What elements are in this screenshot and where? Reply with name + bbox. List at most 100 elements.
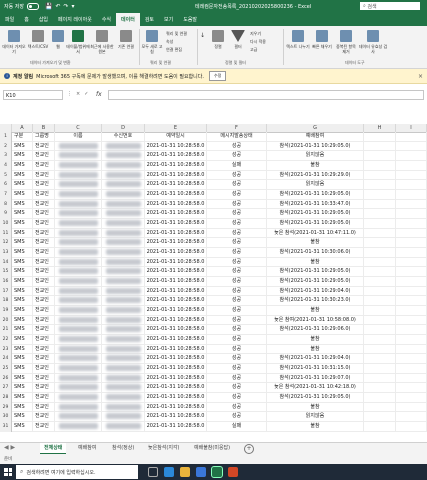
row-number[interactable]: 10 xyxy=(0,219,12,229)
cell-a[interactable]: SMS xyxy=(12,219,33,229)
filter-button[interactable]: 필터 xyxy=(228,30,248,49)
quick-access-icons[interactable]: 💾↶↷▾ xyxy=(45,3,78,10)
cell-a[interactable]: SMS xyxy=(12,296,33,307)
sort-asc-button[interactable]: ↓ xyxy=(200,32,205,39)
cell-d[interactable] xyxy=(102,412,145,423)
existing-connections-button[interactable]: 기존 연결 xyxy=(114,30,138,49)
edit-links-button[interactable]: 연결 편집 xyxy=(166,47,182,53)
cell-b[interactable]: 전교인 xyxy=(33,257,55,268)
edge-icon[interactable] xyxy=(164,467,174,477)
clear-button[interactable]: 지우기 xyxy=(250,31,261,37)
cell-g[interactable]: 불참 xyxy=(267,161,364,171)
cell-e[interactable]: 2021-01-31 10:28:58.0 xyxy=(145,248,207,258)
formula-input[interactable] xyxy=(108,90,424,100)
cell-c[interactable] xyxy=(55,199,102,210)
cell-i[interactable] xyxy=(396,151,427,161)
cell-a[interactable]: SMS xyxy=(12,306,33,316)
cell-a[interactable]: SMS xyxy=(12,151,33,161)
cell-g[interactable]: 참석(2021-01-31 10:29:05.0) xyxy=(267,277,364,287)
cell-e[interactable]: 2021-01-31 10:28:58.0 xyxy=(145,315,207,326)
cell-a[interactable]: SMS xyxy=(12,161,33,171)
cell-b[interactable]: 전교인 xyxy=(33,228,55,239)
cell-b[interactable]: 전교인 xyxy=(33,248,55,258)
cell-a[interactable]: SMS xyxy=(12,422,33,432)
cell-f[interactable]: 성공 xyxy=(207,306,267,316)
cell-g[interactable]: 읽지않음 xyxy=(267,151,364,161)
task-view-icon[interactable] xyxy=(148,467,158,477)
cell-a[interactable]: SMS xyxy=(12,325,33,336)
cell-f[interactable]: 실패 xyxy=(207,161,267,171)
cell-d[interactable] xyxy=(102,161,145,171)
cell-e[interactable]: 2021-01-31 10:28:58.0 xyxy=(145,257,207,268)
cell-a[interactable]: SMS xyxy=(12,199,33,210)
cell-c[interactable] xyxy=(55,238,102,249)
sheet-tab[interactable]: 늦은참석(지각) xyxy=(144,443,184,453)
cell-g[interactable]: 읽지않음 xyxy=(267,412,364,423)
cell-a[interactable]: SMS xyxy=(12,277,33,287)
cell-h[interactable] xyxy=(364,257,396,268)
table-range-button[interactable]: 테이블/범위에서 xyxy=(66,30,90,54)
cell-i[interactable] xyxy=(396,335,427,345)
cell-d[interactable] xyxy=(102,383,145,394)
cell-h[interactable] xyxy=(364,161,396,171)
cell-d[interactable] xyxy=(102,209,145,220)
cell-e[interactable]: 2021-01-31 10:28:58.0 xyxy=(145,180,207,190)
cell-e[interactable]: 2021-01-31 10:28:58.0 xyxy=(145,209,207,220)
tab-1[interactable]: 홈 xyxy=(19,16,34,26)
cell-d[interactable] xyxy=(102,325,145,336)
cell-a[interactable]: SMS xyxy=(12,248,33,258)
cell-a[interactable]: SMS xyxy=(12,238,33,249)
cell-e[interactable]: 2021-01-31 10:28:58.0 xyxy=(145,335,207,345)
cell-i[interactable] xyxy=(396,296,427,307)
cell-h[interactable] xyxy=(364,383,396,394)
cell-g[interactable]: 늦은 참석(2021-01-31 10:42:18.0) xyxy=(267,383,364,394)
row-number[interactable]: 15 xyxy=(0,267,12,278)
cell-h[interactable] xyxy=(364,132,396,142)
cell-c[interactable] xyxy=(55,161,102,171)
cell-g[interactable]: 불참 xyxy=(267,306,364,316)
cell-f[interactable]: 성공 xyxy=(207,238,267,249)
cell-b[interactable]: 전교인 xyxy=(33,267,55,278)
select-all-corner[interactable] xyxy=(0,124,12,132)
cell-b[interactable]: 전교인 xyxy=(33,393,55,403)
cell-b[interactable]: 전교인 xyxy=(33,412,55,423)
add-sheet-icon[interactable]: + xyxy=(244,444,254,454)
row-number[interactable]: 26 xyxy=(0,373,12,384)
tab-0[interactable]: 파일 xyxy=(0,16,19,26)
taskbar-search-box[interactable]: ⌕ 검색하려면 여기에 입력하십시오. xyxy=(16,465,138,479)
properties-button[interactable]: 속성 xyxy=(166,39,173,45)
cell-i[interactable] xyxy=(396,315,427,326)
sheet-tab[interactable]: 예배불참(미응답) xyxy=(190,443,234,453)
cell-b[interactable]: 그룹명 xyxy=(33,132,55,142)
cell-i[interactable] xyxy=(396,383,427,394)
cell-g[interactable]: 참석(2021-01-31 10:29:05.0) xyxy=(267,190,364,200)
cell-d[interactable] xyxy=(102,373,145,384)
cell-b[interactable]: 전교인 xyxy=(33,364,55,374)
cell-i[interactable] xyxy=(396,238,427,249)
queries-connections-button[interactable]: 쿼리 및 연결 xyxy=(166,31,187,37)
cell-g[interactable]: 참석(2021-01-31 10:29:05.0) xyxy=(267,219,364,229)
cell-i[interactable] xyxy=(396,161,427,171)
cell-b[interactable]: 전교인 xyxy=(33,335,55,345)
cell-i[interactable] xyxy=(396,190,427,200)
sheet-nav-icon[interactable]: ◀ ▶ xyxy=(4,444,15,451)
cell-a[interactable]: SMS xyxy=(12,354,33,365)
cell-d[interactable] xyxy=(102,151,145,161)
cell-c[interactable] xyxy=(55,228,102,239)
cell-b[interactable]: 전교인 xyxy=(33,219,55,229)
cell-c[interactable] xyxy=(55,209,102,220)
cell-i[interactable] xyxy=(396,219,427,229)
row-number[interactable]: 27 xyxy=(0,383,12,394)
remove-duplicates-button[interactable]: 중복된 항목 제거 xyxy=(334,30,358,54)
row-number[interactable]: 8 xyxy=(0,199,12,210)
cell-c[interactable] xyxy=(55,277,102,287)
cell-b[interactable]: 전교인 xyxy=(33,286,55,297)
row-number[interactable]: 28 xyxy=(0,393,12,403)
column-header[interactable]: F xyxy=(207,124,267,132)
cell-c[interactable] xyxy=(55,422,102,432)
web-button[interactable]: 웹 xyxy=(50,30,66,49)
cell-b[interactable]: 전교인 xyxy=(33,151,55,161)
cell-d[interactable] xyxy=(102,296,145,307)
cell-i[interactable] xyxy=(396,267,427,278)
cell-f[interactable]: 성공 xyxy=(207,209,267,220)
